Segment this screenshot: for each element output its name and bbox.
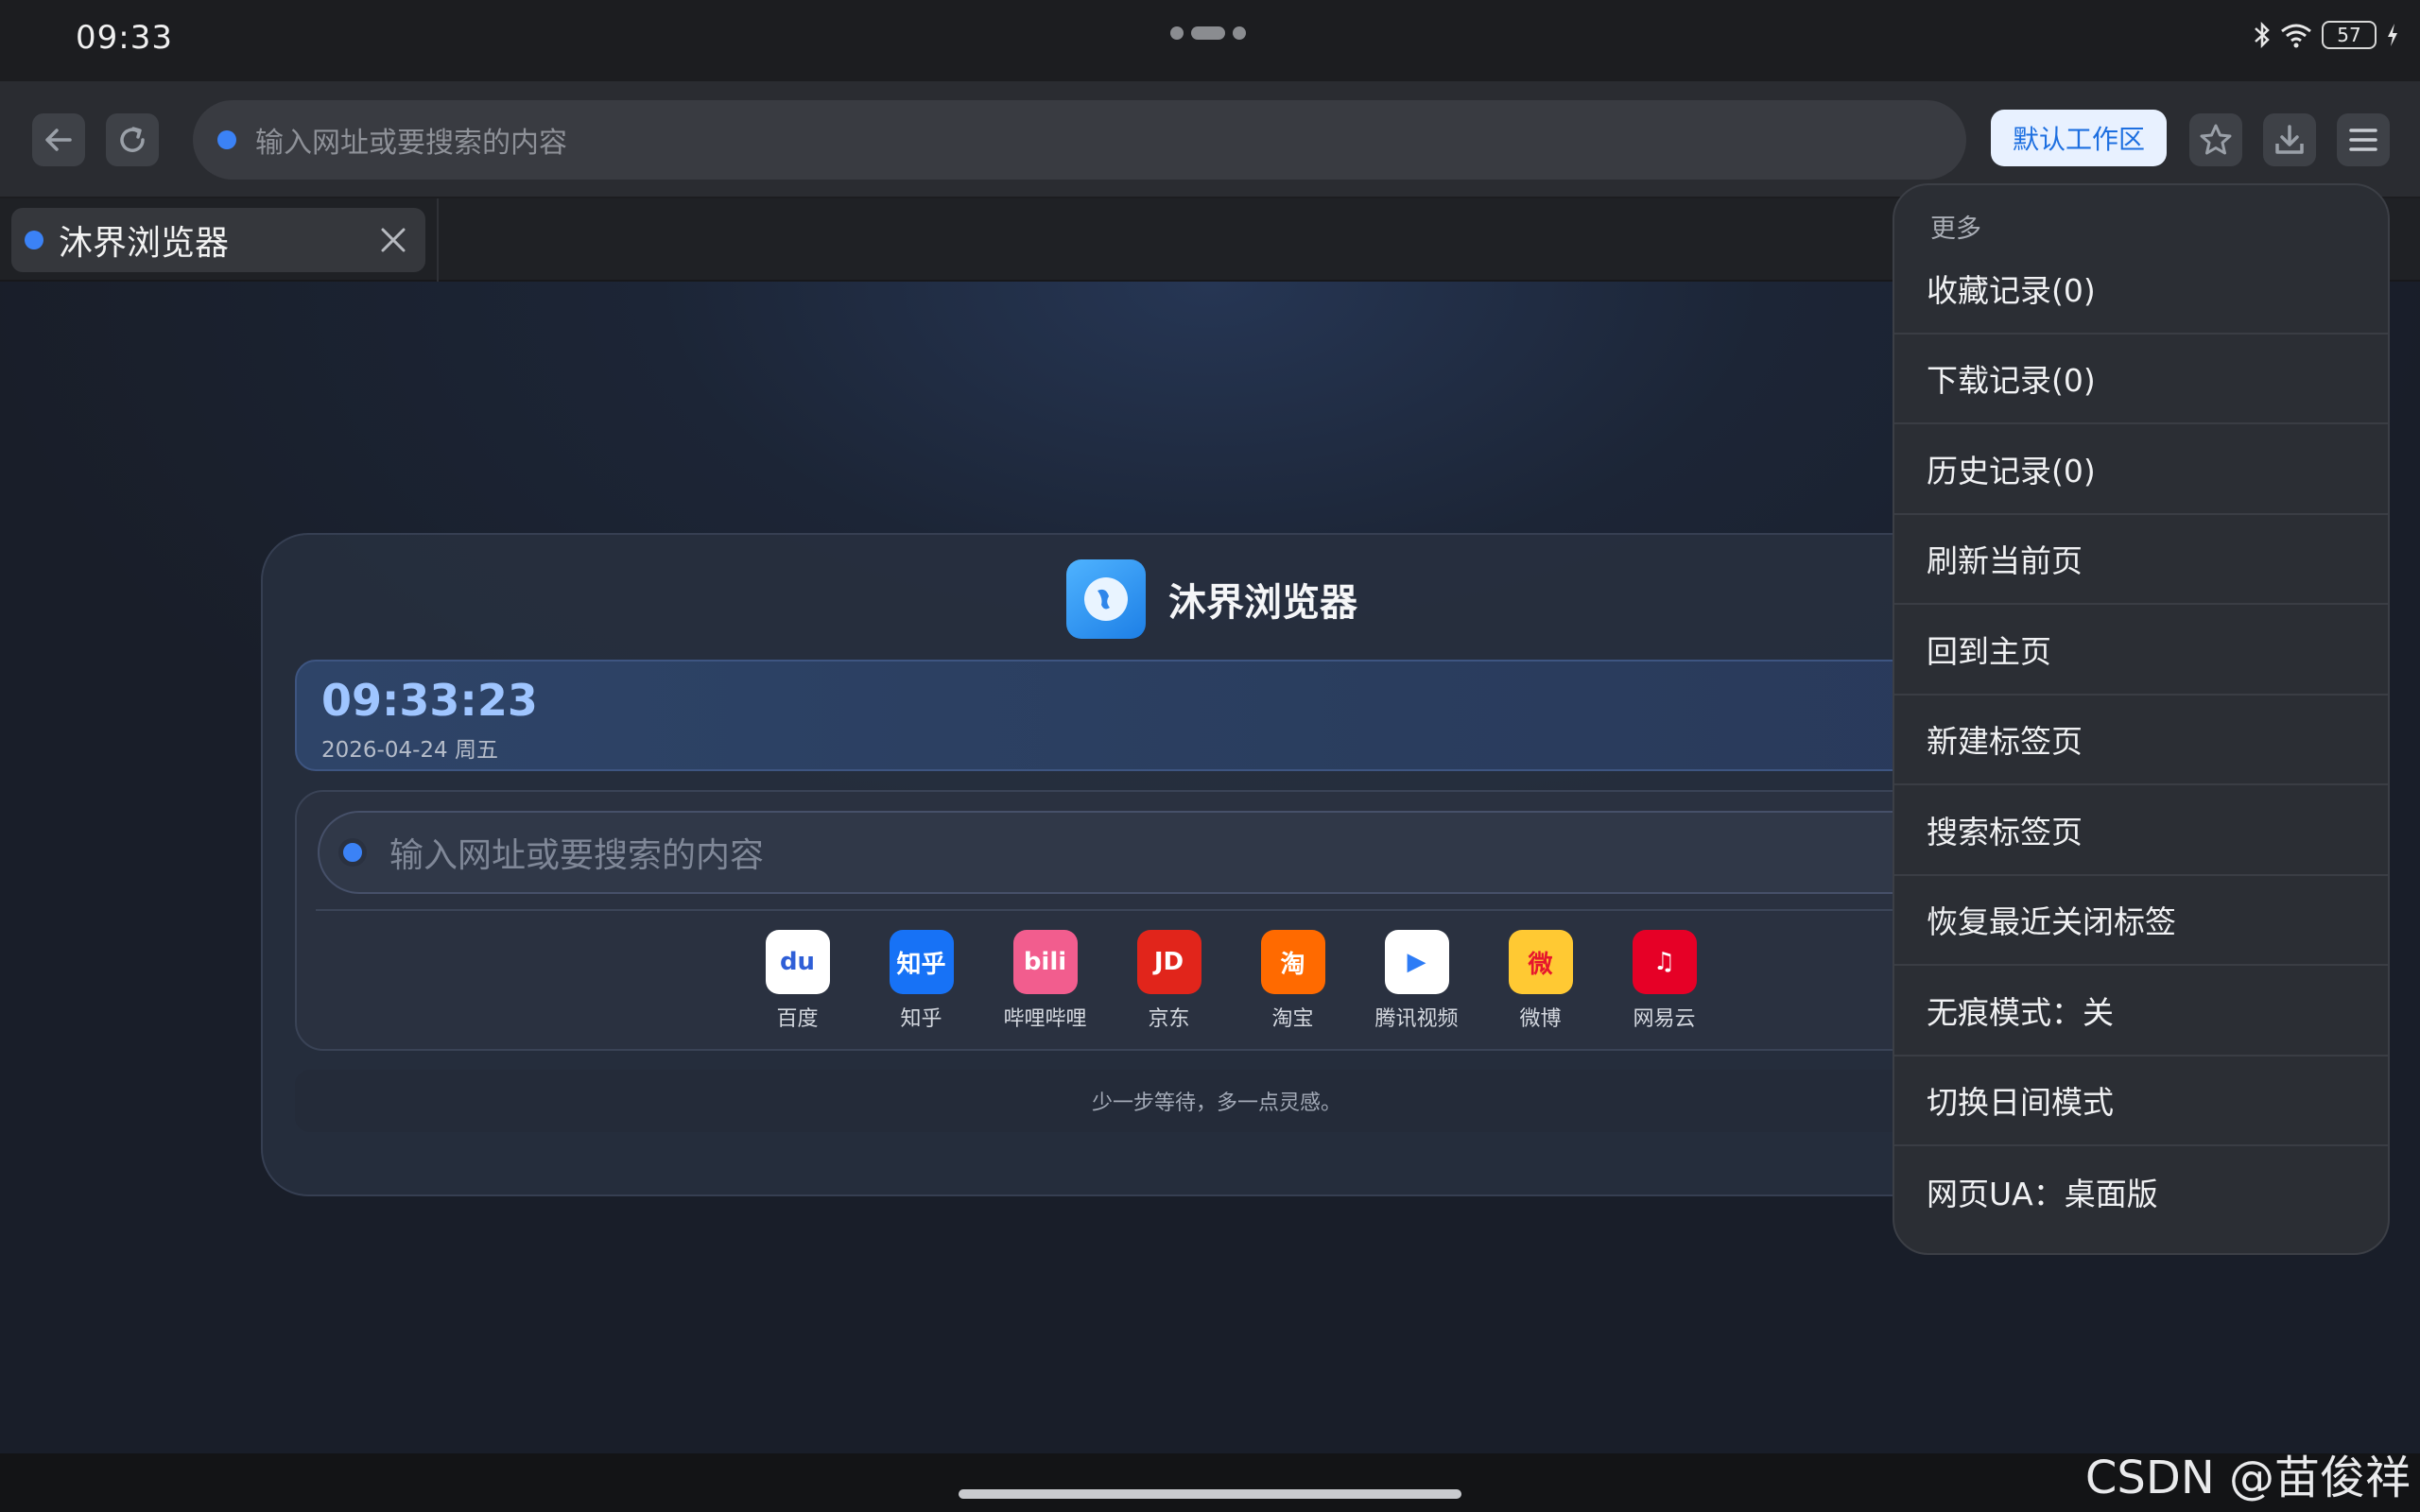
browser-logo-icon xyxy=(1066,559,1146,639)
battery-indicator: 57 xyxy=(2322,21,2377,49)
menu-item[interactable]: 刷新当前页 xyxy=(1894,515,2388,605)
quick-link-netease-music[interactable]: ♫ 网易云 xyxy=(1602,930,1726,1032)
refresh-icon xyxy=(120,127,145,152)
workspace-button[interactable]: 默认工作区 xyxy=(1991,110,2167,166)
baidu-icon: du xyxy=(765,930,830,994)
bluetooth-icon xyxy=(2255,22,2270,48)
bottom-bar xyxy=(0,1453,2420,1512)
quick-link-label: 知乎 xyxy=(900,1007,942,1031)
more-menu: 更多 收藏记录(0) 下载记录(0) 历史记录(0) 刷新当前页 回到主页 新建标签页 搜索… xyxy=(1893,183,2390,1255)
weibo-icon: 微 xyxy=(1508,930,1573,994)
quick-links: du 百度 知乎 知乎 bili 哔哩哔哩 JD 京东淘淘宝 ▶ 腾讯视频微微博 ♫ 网易云 xyxy=(735,930,1726,1032)
quick-link-bilibili[interactable]: bili 哔哩哔哩 xyxy=(983,930,1107,1032)
quick-link-label: 百度 xyxy=(776,1007,819,1031)
menu-item[interactable]: 下载记录(0) xyxy=(1894,335,2388,424)
home-indicator[interactable] xyxy=(959,1489,1461,1499)
quick-link-jd[interactable]: JD 京东 xyxy=(1107,930,1231,1032)
address-bar[interactable]: 输入网址或要搜索的内容 xyxy=(193,100,1966,180)
menu-item[interactable]: 网页UA：桌面版 xyxy=(1894,1146,2388,1237)
download-icon xyxy=(2275,125,2304,154)
menu-item[interactable]: 搜索标签页 xyxy=(1894,785,2388,876)
quick-link-label: 腾讯视频 xyxy=(1374,1007,1459,1031)
bookmark-button[interactable] xyxy=(2189,113,2242,166)
reload-button[interactable] xyxy=(106,113,159,166)
brand-name: 沐界浏览器 xyxy=(1168,581,1357,625)
netease-music-icon: ♫ xyxy=(1632,930,1697,994)
taobao-icon: 淘 xyxy=(1260,930,1325,994)
quick-link-label: 京东 xyxy=(1148,1007,1190,1031)
quick-link-label: 网易云 xyxy=(1633,1007,1696,1031)
menu-list: 收藏记录(0) 下载记录(0) 历史记录(0) 刷新当前页 回到主页 新建标签页 搜索标签页… xyxy=(1894,244,2388,1237)
quick-link-tencent-video[interactable]: ▶ 腾讯视频 xyxy=(1355,930,1478,1032)
status-bar: 09:33 57 xyxy=(0,0,2420,81)
browser-toolbar: 输入网址或要搜索的内容 默认工作区 xyxy=(0,81,2420,198)
home-card: 沐界浏览器 09:33:23 2026-04-24 周五 上 输入网址或要搜索的… xyxy=(261,533,2161,1196)
tencent-video-icon: ▶ xyxy=(1384,930,1449,994)
search-input[interactable]: 输入网址或要搜索的内容 xyxy=(318,811,2123,894)
status-time: 09:33 xyxy=(76,19,173,57)
downloads-button[interactable] xyxy=(2263,113,2316,166)
back-button[interactable] xyxy=(32,113,85,166)
menu-item[interactable]: 恢复最近关闭标签 xyxy=(1894,876,2388,966)
jd-icon: JD xyxy=(1136,930,1201,994)
menu-item[interactable]: 新建标签页 xyxy=(1894,696,2388,785)
divider xyxy=(316,909,2121,911)
close-icon[interactable] xyxy=(378,225,408,255)
search-panel: 输入网址或要搜索的内容 du 百度 知乎 知乎 bili 哔哩哔哩 JD 京东淘淘宝 ▶ 腾讯视频… xyxy=(295,790,2138,1051)
search-dot-icon xyxy=(338,838,367,867)
battery-level: 57 xyxy=(2337,24,2361,46)
tab-title: 沐界浏览器 xyxy=(59,224,230,263)
search-placeholder: 输入网址或要搜索的内容 xyxy=(389,836,765,875)
quick-link-taobao[interactable]: 淘淘宝 xyxy=(1231,930,1355,1032)
brand: 沐界浏览器 xyxy=(1066,559,1357,639)
arrow-left-icon xyxy=(45,129,72,151)
menu-item[interactable]: 切换日间模式 xyxy=(1894,1057,2388,1146)
charging-icon xyxy=(2388,24,2397,46)
tab-favicon-dot-icon xyxy=(25,231,43,249)
menu-item[interactable]: 回到主页 xyxy=(1894,605,2388,696)
tagline: 少一步等待，多一点灵感。 xyxy=(1091,1091,1341,1115)
tagline-bar: 少一步等待，多一点灵感。 xyxy=(295,1070,2138,1132)
clock-panel: 09:33:23 2026-04-24 周五 上 xyxy=(295,660,2138,771)
tab-item[interactable]: 沐界浏览器 xyxy=(11,208,425,272)
tab-separator xyxy=(437,198,439,282)
multitasking-indicator[interactable] xyxy=(1170,26,1246,40)
bilibili-icon: bili xyxy=(1012,930,1078,994)
address-placeholder: 输入网址或要搜索的内容 xyxy=(255,127,567,160)
quick-link-label: 微博 xyxy=(1519,1007,1562,1031)
clock-date: 2026-04-24 周五 xyxy=(321,738,498,763)
quick-link-baidu[interactable]: du 百度 xyxy=(735,930,859,1032)
quick-link-label: 淘宝 xyxy=(1271,1007,1314,1031)
zhihu-icon: 知乎 xyxy=(889,930,954,994)
clock-time: 09:33:23 xyxy=(321,675,538,726)
quick-link-zhihu[interactable]: 知乎 知乎 xyxy=(859,930,983,1032)
menu-header: 更多 xyxy=(1930,215,1981,244)
star-icon xyxy=(2200,124,2232,155)
hamburger-menu-icon xyxy=(2349,129,2377,151)
menu-button[interactable] xyxy=(2337,113,2390,166)
menu-item[interactable]: 历史记录(0) xyxy=(1894,424,2388,515)
wifi-icon xyxy=(2281,24,2311,48)
secure-dot-icon xyxy=(217,130,236,149)
menu-item[interactable]: 收藏记录(0) xyxy=(1894,244,2388,335)
quick-link-label: 哔哩哔哩 xyxy=(1003,1007,1087,1031)
menu-item[interactable]: 无痕模式：关 xyxy=(1894,966,2388,1057)
quick-link-weibo[interactable]: 微微博 xyxy=(1478,930,1602,1032)
status-icons: 57 xyxy=(2254,21,2399,49)
watermark: CSDN @苗俊祥 xyxy=(2084,1452,2411,1504)
